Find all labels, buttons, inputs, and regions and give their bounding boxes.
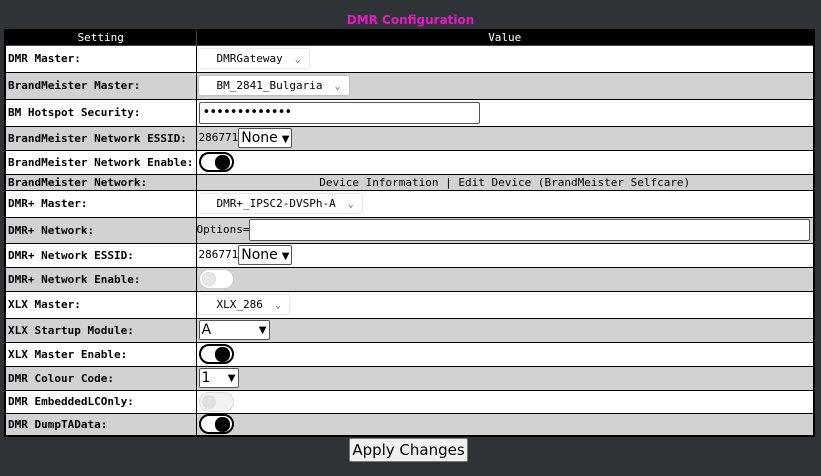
dump-ta-toggle[interactable] xyxy=(198,414,234,435)
dmrplus-essid-prefix: 286771 xyxy=(198,248,239,261)
dmr-config-table: Setting Value DMR Master: DMRGateway ⌄ Br… xyxy=(4,29,815,437)
embedded-lc-label: DMR EmbeddedLCOnly: xyxy=(4,389,197,414)
dmrplus-enable-label: DMR+ Network Enable: xyxy=(4,266,197,292)
chevron-down-icon: ▼ xyxy=(281,251,290,262)
bm-master-label: BrandMeister Master: xyxy=(4,71,197,100)
xlx-module-label: XLX Startup Module: xyxy=(4,317,197,343)
chevron-down-icon: ⌄ xyxy=(347,199,354,210)
toggle-knob xyxy=(214,347,230,362)
bm-network-label: BrandMeister Network: xyxy=(4,173,197,191)
colour-code-select[interactable]: 1 ▼ xyxy=(198,368,239,388)
device-information-link[interactable]: Device Information xyxy=(319,176,438,189)
bm-master-select[interactable]: BM_2841_Bulgaria ⌄ xyxy=(198,76,349,95)
table-row: DMR+ Network ESSID: 286771 None ▼ xyxy=(4,242,815,268)
dmrplus-essid-label: DMR+ Network ESSID: xyxy=(4,242,197,268)
edit-device-link[interactable]: Edit Device (BrandMeister Selfcare) xyxy=(458,176,690,189)
chevron-down-icon: ▼ xyxy=(227,373,236,384)
link-separator: | xyxy=(445,175,452,189)
chevron-down-icon: ▼ xyxy=(281,134,290,145)
page-title: DMR Configuration xyxy=(346,13,475,27)
embedded-lc-toggle[interactable] xyxy=(198,391,234,412)
dmrplus-essid-select[interactable]: None ▼ xyxy=(238,245,293,265)
xlx-module-select[interactable]: A ▼ xyxy=(198,320,270,340)
chevron-down-icon: ⌄ xyxy=(294,54,301,65)
colour-code-label: DMR Colour Code: xyxy=(4,365,197,391)
dmr-master-select[interactable]: DMRGateway ⌄ xyxy=(198,49,309,68)
bm-essid-prefix: 286771 xyxy=(198,131,239,144)
bm-enable-label: BrandMeister Network Enable: xyxy=(4,149,197,175)
table-row: DMR+ Network Enable: xyxy=(4,266,815,292)
table-row: BrandMeister Network Enable: xyxy=(4,149,815,175)
dmr-master-label: DMR Master: xyxy=(4,44,197,73)
table-row: BrandMeister Master: BM_2841_Bulgaria ⌄ xyxy=(4,71,815,100)
toggle-knob xyxy=(201,394,216,409)
table-row: XLX Startup Module: A ▼ xyxy=(4,317,815,343)
table-row: BrandMeister Network ESSID: 286771 None ▼ xyxy=(4,125,815,151)
table-row: DMR Master: DMRGateway ⌄ xyxy=(4,44,815,73)
bm-essid-select[interactable]: None ▼ xyxy=(238,128,293,148)
dmrplus-network-label: DMR+ Network: xyxy=(4,216,197,244)
table-row: BM Hotspot Security: ••••••••••••• xyxy=(4,98,815,127)
chevron-down-icon: ⌄ xyxy=(274,300,281,311)
dump-ta-label: DMR DumpTAData: xyxy=(4,412,197,437)
dmrplus-master-label: DMR+ Master: xyxy=(4,189,197,218)
xlx-master-label: XLX Master: xyxy=(4,290,197,319)
chevron-down-icon: ⌄ xyxy=(334,81,341,92)
value-header: Value xyxy=(195,29,815,46)
bm-enable-toggle[interactable] xyxy=(198,152,234,172)
table-row: DMR EmbeddedLCOnly: xyxy=(4,389,815,414)
bm-security-label: BM Hotspot Security: xyxy=(4,98,197,127)
xlx-master-select[interactable]: XLX_286 ⌄ xyxy=(198,295,289,314)
dmrplus-enable-toggle[interactable] xyxy=(198,269,234,289)
dmrplus-options-label: Options= xyxy=(196,223,250,236)
toggle-knob xyxy=(201,272,216,286)
table-row: DMR+ Master: DMR+_IPSC2-DVSPh-A ⌄ xyxy=(4,189,815,218)
table-row: XLX Master Enable: xyxy=(4,341,815,367)
table-header: Setting Value xyxy=(4,29,815,46)
table-row: DMR Colour Code: 1 ▼ xyxy=(4,365,815,391)
xlx-enable-toggle[interactable] xyxy=(198,344,234,364)
table-row: DMR DumpTAData: xyxy=(4,412,815,437)
bm-security-input[interactable]: ••••••••••••• xyxy=(198,101,480,124)
table-row: BrandMeister Network: Device Information… xyxy=(4,173,815,191)
toggle-knob xyxy=(214,155,230,170)
chevron-down-icon: ▼ xyxy=(258,325,267,336)
table-row: XLX Master: XLX_286 ⌄ xyxy=(4,290,815,319)
setting-header: Setting xyxy=(4,29,197,46)
bm-essid-label: BrandMeister Network ESSID: xyxy=(4,125,197,151)
dmrplus-master-select[interactable]: DMR+_IPSC2-DVSPh-A ⌄ xyxy=(198,194,362,213)
apply-changes-button[interactable]: Apply Changes xyxy=(349,438,468,462)
table-row: DMR+ Network: Options= xyxy=(4,216,815,244)
toggle-knob xyxy=(214,417,230,433)
dmrplus-options-input[interactable] xyxy=(249,219,811,241)
xlx-enable-label: XLX Master Enable: xyxy=(4,341,197,367)
